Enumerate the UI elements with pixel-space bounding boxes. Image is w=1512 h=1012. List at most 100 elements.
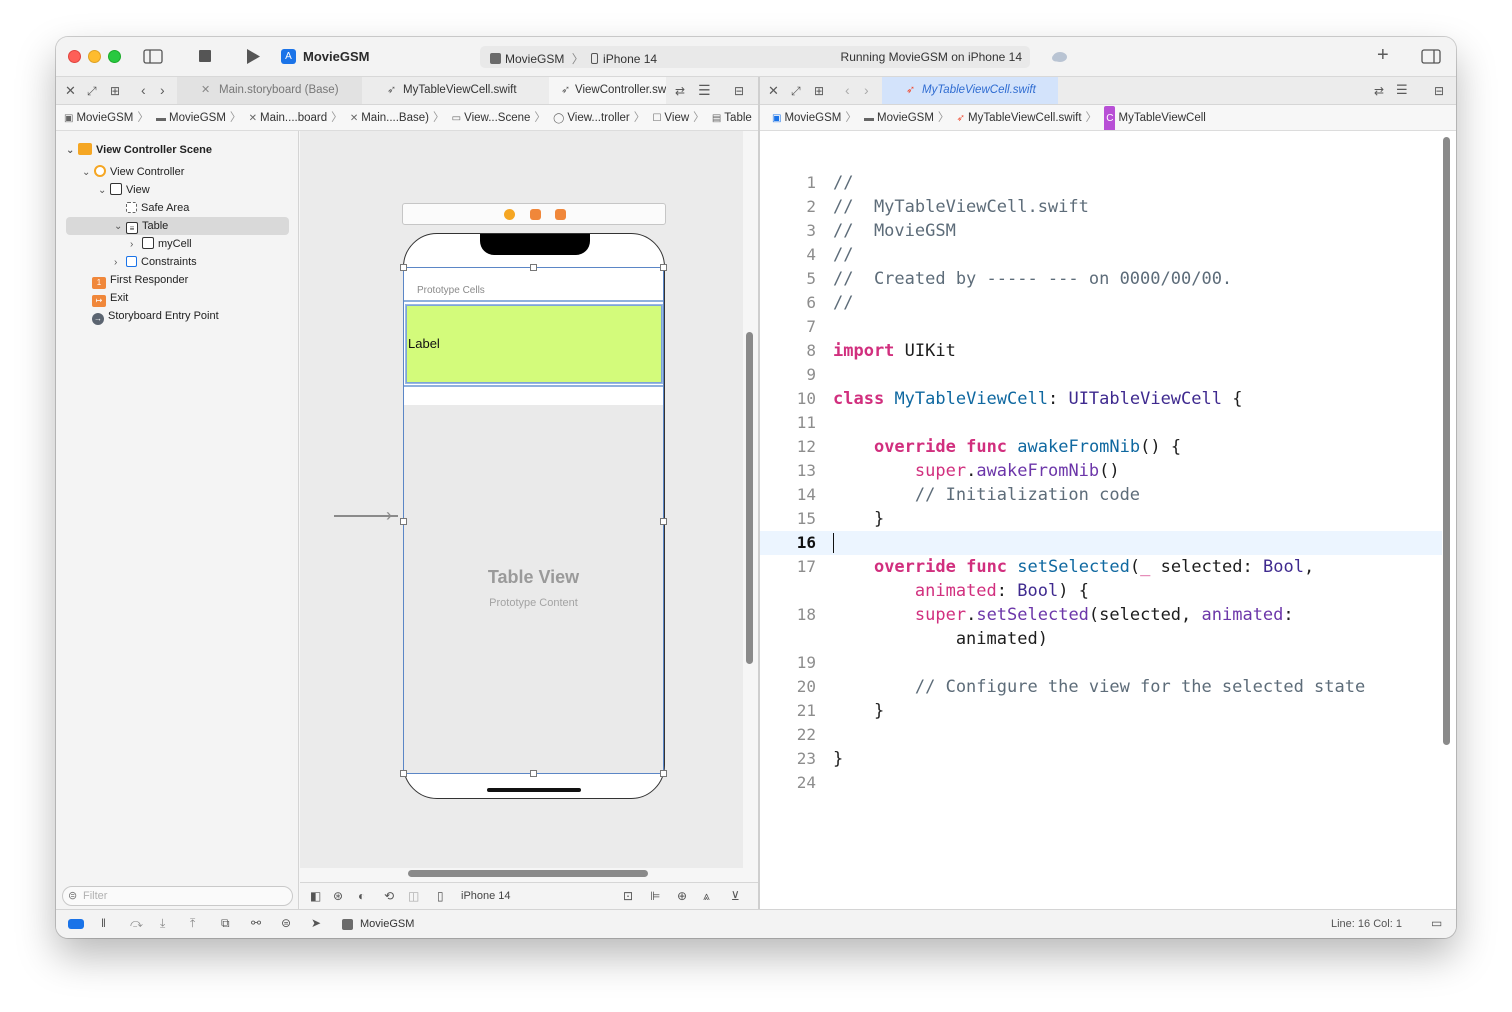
debug-area-toggle-icon[interactable] (68, 919, 84, 929)
chevron-down-icon[interactable]: ⌄ (98, 182, 110, 200)
chevron-down-icon[interactable]: ⌄ (114, 218, 126, 236)
first-responder-dock-icon[interactable] (530, 209, 541, 220)
forward-icon[interactable]: › (160, 82, 165, 98)
view-controller-dock-icon[interactable] (504, 209, 515, 220)
horizontal-scrollbar[interactable] (408, 870, 648, 877)
scheme-activity-view[interactable]: MovieGSM 〉 iPhone 14 Running MovieGSM on… (480, 46, 1030, 68)
close-editor-icon[interactable]: ✕ (65, 83, 76, 99)
jump-base[interactable]: Main....Base) (361, 105, 429, 130)
filter-field[interactable]: ⊜ Filter (62, 886, 293, 906)
forward-icon[interactable]: › (864, 82, 869, 98)
chevron-right-icon[interactable]: › (130, 236, 142, 254)
run-icon[interactable] (246, 49, 260, 68)
resize-handle[interactable] (530, 264, 537, 271)
add-icon[interactable]: + (1377, 45, 1389, 65)
location-icon[interactable]: ➤ (311, 916, 321, 930)
jump-storyboard[interactable]: Main....board (260, 105, 327, 130)
code-line-current[interactable]: 16 (760, 531, 1440, 555)
add-constraints-icon[interactable]: ⊕ (677, 889, 687, 903)
outline-item-entry-point[interactable]: → Storyboard Entry Point (66, 307, 219, 325)
resize-handle[interactable] (660, 518, 667, 525)
code-line[interactable]: 10 class MyTableViewCell: UITableViewCell… (760, 387, 1440, 411)
step-out-icon[interactable]: ⤒ (190, 916, 195, 931)
outline-item-table[interactable]: ⌄ ≡ Table (66, 217, 289, 235)
chevron-down-icon[interactable]: ⌄ (66, 142, 78, 160)
jump-view-controller[interactable]: View...troller (567, 105, 629, 130)
code-line[interactable]: 17 override func setSelected(_ selected:… (760, 555, 1440, 579)
code-line[interactable]: 15 } (760, 507, 1440, 531)
code-line[interactable]: 9 (760, 363, 1440, 387)
scheme-target[interactable]: MovieGSM (505, 52, 564, 66)
jump-view[interactable]: View (664, 105, 689, 130)
align-icon[interactable]: ⊫ (650, 889, 660, 903)
tab-mytableviewcell-active[interactable]: ➶ MyTableViewCell.swift (882, 77, 1058, 104)
orientation-icon[interactable]: ⟲ (384, 889, 394, 903)
code-line[interactable]: animated: Bool) { (760, 579, 1440, 603)
code-line[interactable]: 13 super.awakeFromNib() (760, 459, 1440, 483)
table-view-selection[interactable] (403, 267, 664, 774)
close-window-button[interactable] (68, 50, 81, 63)
code-line[interactable]: 12 override func awakeFromNib() { (760, 435, 1440, 459)
split-editor-icon[interactable]: ⊟ (1434, 83, 1444, 99)
console-toggle-icon[interactable]: ▭ (1431, 916, 1442, 930)
swap-icon[interactable]: ⇄ (1374, 83, 1384, 99)
back-icon[interactable]: ‹ (141, 82, 146, 98)
code-line[interactable]: 7 (760, 315, 1440, 339)
code-line[interactable]: 24 (760, 771, 1440, 795)
code-line[interactable]: 5// Created by ----- --- on 0000/00/00. (760, 267, 1440, 291)
outline-item-constraints[interactable]: › Constraints (66, 253, 197, 271)
appearance-icon[interactable]: ◐ (358, 889, 365, 903)
chevron-right-icon[interactable]: › (114, 254, 126, 272)
chevron-down-icon[interactable]: ⌄ (82, 164, 94, 182)
jump-group[interactable]: MovieGSM (169, 105, 226, 130)
code-line[interactable]: 8 import UIKit (760, 339, 1440, 363)
update-frames-icon[interactable]: ⊡ (623, 889, 633, 903)
step-into-icon[interactable]: ⤓ (160, 916, 165, 931)
scene-dock[interactable] (402, 203, 666, 225)
vertical-scrollbar[interactable] (746, 332, 753, 664)
code-line[interactable]: 3// MovieGSM (760, 219, 1440, 243)
editor-options-icon[interactable]: ☰ (698, 82, 711, 98)
code-line[interactable]: 19 (760, 651, 1440, 675)
expand-icon[interactable]: ⤢ (791, 83, 801, 99)
resize-handle[interactable] (400, 264, 407, 271)
code-editor[interactable]: 1// 2// MyTableViewCell.swift 3// MovieG… (760, 131, 1456, 909)
code-line[interactable]: 6// (760, 291, 1440, 315)
device-label[interactable]: iPhone 14 (461, 890, 511, 902)
device-icon[interactable]: ▯ (437, 889, 444, 903)
layout-icon[interactable]: ◫ (408, 889, 419, 903)
code-line[interactable]: 18 super.setSelected(selected, animated: (760, 603, 1440, 627)
outline-item-view-controller[interactable]: ⌄ View Controller (66, 163, 184, 181)
resize-handle[interactable] (400, 770, 407, 777)
resize-handle[interactable] (660, 770, 667, 777)
close-editor-icon[interactable]: ✕ (768, 83, 779, 99)
memory-graph-icon[interactable]: ⚯ (251, 916, 261, 930)
jump-project[interactable]: MovieGSM (784, 105, 841, 130)
tab-mytableviewcell[interactable]: ➶ MyTableViewCell.swift (363, 77, 548, 104)
sidebar-toggle-icon[interactable] (143, 49, 163, 68)
code-line[interactable]: 20 // Configure the view for the selecte… (760, 675, 1440, 699)
accessibility-icon[interactable]: ⊛ (333, 889, 343, 903)
outline-item-mycell[interactable]: › myCell (66, 235, 192, 253)
grid-icon[interactable]: ⊞ (110, 83, 120, 99)
inspector-toggle-icon[interactable] (1421, 49, 1441, 68)
code-line[interactable]: 21 } (760, 699, 1440, 723)
code-line[interactable]: 22 (760, 723, 1440, 747)
code-line[interactable]: 11 (760, 411, 1440, 435)
code-line[interactable]: 23} (760, 747, 1440, 771)
grid-icon[interactable]: ⊞ (814, 83, 824, 99)
split-editor-icon[interactable]: ⊟ (734, 83, 744, 99)
exit-dock-icon[interactable] (555, 209, 566, 220)
jump-group[interactable]: MovieGSM (877, 105, 934, 130)
resize-handle[interactable] (660, 264, 667, 271)
swap-icon[interactable]: ⇄ (675, 83, 685, 99)
minimize-window-button[interactable] (88, 50, 101, 63)
code-line[interactable]: 1// (760, 171, 1440, 195)
jump-scene[interactable]: View...Scene (464, 105, 530, 130)
tab-viewcontroller[interactable]: ➶ ViewController.swift (549, 77, 666, 104)
resolve-issues-icon[interactable]: ⩓ (703, 889, 710, 904)
tab-main-storyboard[interactable]: ✕ Main.storyboard (Base) (177, 77, 362, 104)
code-line[interactable]: 4// (760, 243, 1440, 267)
jump-project[interactable]: MovieGSM (76, 105, 133, 130)
step-over-icon[interactable]: ⤼ (130, 916, 143, 931)
